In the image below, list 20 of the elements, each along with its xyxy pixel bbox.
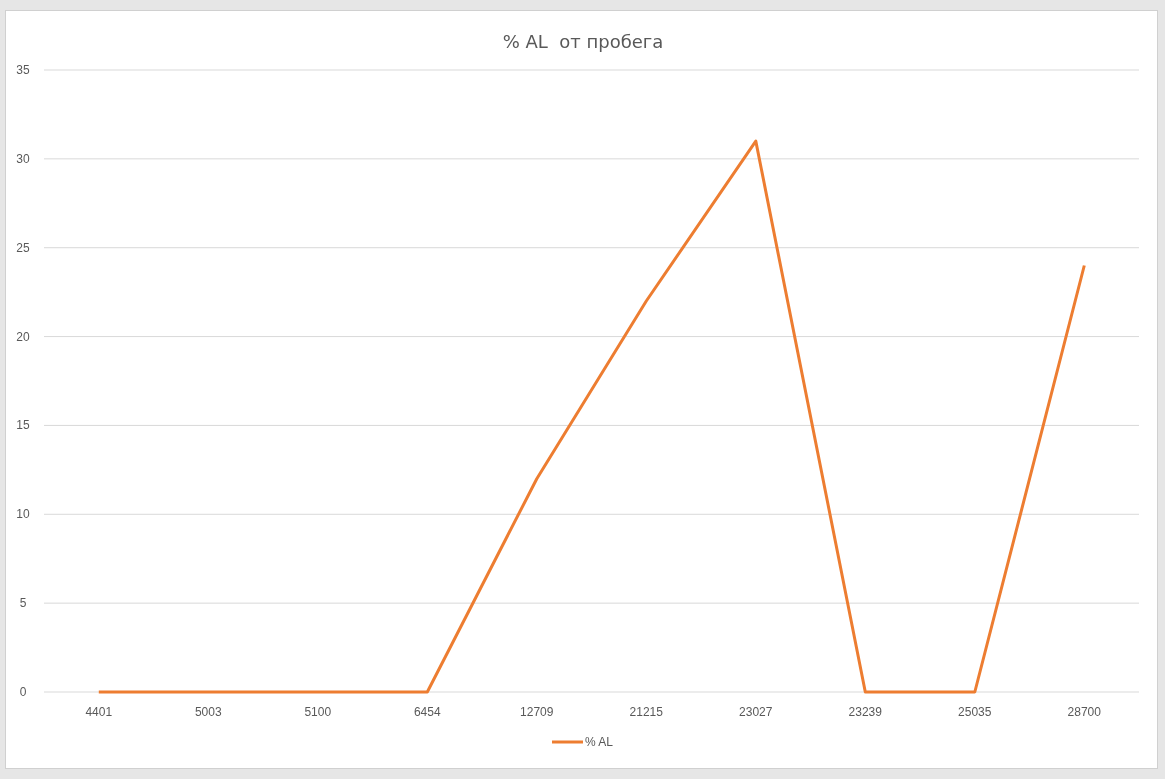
y-tick-label: 0 [19, 685, 27, 699]
y-tick-label: 30 [16, 151, 30, 166]
y-tick-label: 20 [16, 329, 30, 344]
y-tick-label: 25 [16, 240, 30, 255]
x-tick-label: 23027 [739, 705, 773, 719]
x-tick-label: 28700 [1067, 705, 1101, 719]
x-tick-label: 6454 [413, 705, 441, 719]
x-tick-label: 21215 [629, 705, 663, 719]
x-tick-label: 23239 [848, 705, 882, 719]
y-tick-label: 35 [16, 63, 30, 77]
x-tick-label: 4401 [85, 705, 113, 719]
y-tick-label: 5 [19, 596, 27, 611]
x-tick-label: 12709 [520, 705, 554, 719]
x-tick-label: 5100 [304, 705, 332, 719]
x-tick-label: 5003 [194, 705, 222, 719]
x-tick-label: 25035 [958, 705, 992, 719]
y-tick-label: 15 [16, 418, 30, 433]
chart-title: % AL от пробега [502, 31, 664, 52]
legend-label: % AL [585, 735, 614, 749]
y-tick-label: 10 [16, 507, 30, 522]
